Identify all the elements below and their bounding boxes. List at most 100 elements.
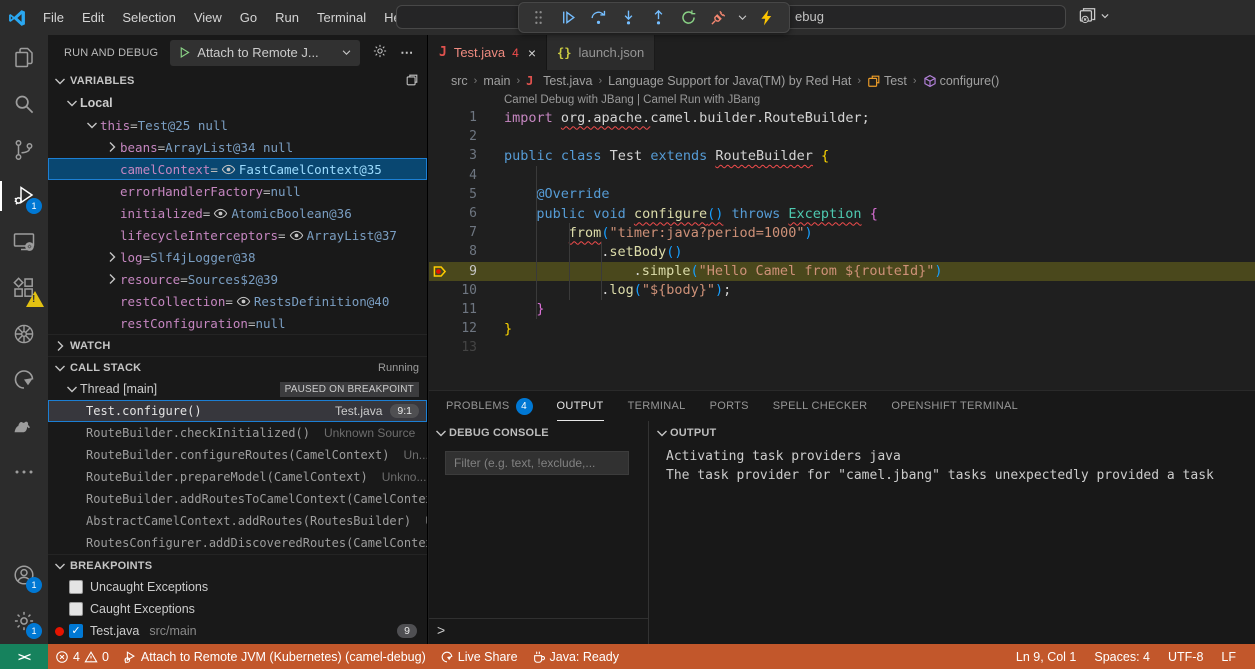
stack-frame-row[interactable]: RoutesConfigurer.addDiscoveredRoutes(Cam… [48, 532, 427, 554]
menu-edit[interactable]: Edit [73, 6, 113, 30]
codelens-links[interactable]: Camel Debug with JBang | Camel Run with … [429, 92, 1255, 108]
lazy-eye-icon[interactable] [236, 294, 251, 309]
share-icon[interactable] [0, 357, 48, 403]
step-out-icon[interactable] [645, 5, 671, 30]
breadcrumb-item[interactable]: Test [867, 74, 907, 88]
disconnect-icon[interactable] [705, 5, 731, 30]
menu-selection[interactable]: Selection [113, 6, 184, 30]
explorer-icon[interactable] [0, 35, 48, 81]
extensions-icon[interactable] [0, 265, 48, 311]
breadcrumb-item[interactable]: configure() [923, 74, 1000, 88]
menu-file[interactable]: File [34, 6, 73, 30]
breadcrumb-item[interactable]: Language Support for Java(TM) by Red Hat [608, 74, 851, 88]
stack-frame-row[interactable]: Test.configure()Test.java9:1 [48, 400, 427, 422]
stack-frame-row[interactable]: RouteBuilder.addRoutesToCamelContext(Cam… [48, 488, 427, 510]
code-editor[interactable]: Camel Debug with JBang | Camel Run with … [429, 92, 1255, 390]
variable-row[interactable]: Local [48, 92, 427, 114]
command-center-text: ebug [795, 6, 824, 28]
thread-row[interactable]: Thread [main] PAUSED ON BREAKPOINT [48, 378, 427, 400]
breadcrumb-item[interactable]: main [483, 74, 510, 88]
variable-row[interactable]: errorHandlerFactory = null [48, 180, 427, 202]
variable-row[interactable]: lifecycleInterceptors = ArrayList@37 [48, 224, 427, 246]
stack-frame-row[interactable]: RouteBuilder.checkInitialized()Unknown S… [48, 422, 427, 444]
line-number: 13 [451, 340, 477, 355]
chevron-down-icon[interactable] [735, 5, 749, 30]
problems-status[interactable]: 4 0 [48, 644, 116, 669]
debug-settings-gear-icon[interactable] [372, 43, 388, 62]
menu-terminal[interactable]: Terminal [308, 6, 375, 30]
tab-test-java[interactable]: JTest.java4× [429, 35, 547, 70]
more-actions-icon[interactable]: ⋯ [400, 45, 414, 61]
panel-tab-problems[interactable]: PROBLEMS4 [446, 391, 533, 421]
stack-frame-row[interactable]: RouteBuilder.configureRoutes(CamelContex… [48, 444, 427, 466]
continue-icon[interactable] [555, 5, 581, 30]
breakpoint-checkbox[interactable] [69, 602, 83, 616]
search-icon[interactable] [0, 81, 48, 127]
panel-tab-spell-checker[interactable]: SPELL CHECKER [773, 391, 868, 421]
menu-run[interactable]: Run [266, 6, 308, 30]
restart-icon[interactable] [675, 5, 701, 30]
remote-indicator[interactable]: >< [0, 644, 48, 669]
debug-console-filter-input[interactable] [445, 451, 629, 475]
cursor-position-status[interactable]: Ln 9, Col 1 [1011, 644, 1081, 669]
variable-row[interactable]: initialized = AtomicBoolean@36 [48, 202, 427, 224]
variable-row[interactable]: resource = Sources$2@39 [48, 268, 427, 290]
variable-row[interactable]: restCollection = RestsDefinition@40 [48, 290, 427, 312]
debug-session-status[interactable]: Attach to Remote JVM (Kubernetes) (camel… [116, 644, 433, 669]
lazy-eye-icon[interactable] [221, 162, 236, 177]
lazy-eye-icon[interactable] [289, 228, 304, 243]
debug-console-repl[interactable]: > [429, 618, 648, 640]
kubernetes-icon[interactable] [0, 311, 48, 357]
stack-frame-row[interactable]: AbstractCamelContext.addRoutes(RoutesBui… [48, 510, 427, 532]
encoding-status[interactable]: UTF-8 [1163, 644, 1208, 669]
breakpoint-row[interactable]: Uncaught Exceptions [48, 576, 427, 598]
eol-status[interactable]: LF [1216, 644, 1241, 669]
tab-launch-json[interactable]: {}launch.json [547, 35, 655, 70]
breakpoint-row[interactable]: ✓Test.javasrc/main9 [48, 620, 427, 642]
settings-icon[interactable]: 1 [0, 598, 48, 644]
breadcrumb-item[interactable]: JTest.java [526, 74, 592, 88]
variables-section-header[interactable]: VARIABLES [48, 70, 427, 92]
run-and-debug-icon[interactable]: 1 [0, 173, 48, 219]
breadcrumb[interactable]: src›main›JTest.java›Language Support for… [429, 70, 1255, 92]
layout-control[interactable] [1078, 6, 1110, 25]
call-stack-section-header[interactable]: CALL STACK Running [48, 356, 427, 378]
lightning-icon[interactable] [753, 5, 779, 30]
variable-row[interactable]: camelContext = FastCamelContext@35 [48, 158, 427, 180]
live-share-status[interactable]: Live Share [433, 644, 525, 669]
java-status[interactable]: Java: Ready [525, 644, 626, 669]
lazy-eye-icon[interactable] [213, 206, 228, 221]
panel-tab-output[interactable]: OUTPUT [557, 391, 604, 421]
breakpoint-row[interactable]: Caught Exceptions [48, 598, 427, 620]
accounts-icon[interactable]: 1 [0, 552, 48, 598]
panel-tab-openshift-terminal[interactable]: OPENSHIFT TERMINAL [891, 391, 1018, 421]
paused-breakpoint-icon[interactable] [429, 262, 451, 281]
step-into-icon[interactable] [615, 5, 641, 30]
remote-explorer-icon[interactable] [0, 219, 48, 265]
menu-view[interactable]: View [185, 6, 231, 30]
watch-section-header[interactable]: WATCH [48, 334, 427, 356]
launch-config-dropdown[interactable]: Attach to Remote J... [170, 40, 360, 66]
output-log[interactable]: Activating task providers javaThe task p… [650, 445, 1255, 485]
breadcrumb-item[interactable]: src [451, 74, 468, 88]
more-icon[interactable] [0, 449, 48, 495]
step-over-icon[interactable] [585, 5, 611, 30]
variable-row[interactable]: log = Slf4jLogger@38 [48, 246, 427, 268]
variable-row[interactable]: this = Test@25 null [48, 114, 427, 136]
close-icon[interactable]: × [528, 45, 536, 61]
indentation-status[interactable]: Spaces: 4 [1089, 644, 1155, 669]
panel-tab-terminal[interactable]: TERMINAL [628, 391, 686, 421]
source-control-icon[interactable] [0, 127, 48, 173]
debug-console-header[interactable]: DEBUG CONSOLE [429, 421, 648, 445]
camel-icon[interactable] [0, 403, 48, 449]
copy-value-icon[interactable] [405, 73, 419, 90]
stack-frame-row[interactable]: RouteBuilder.prepareModel(CamelContext)U… [48, 466, 427, 488]
panel-tab-ports[interactable]: PORTS [710, 391, 749, 421]
breakpoints-section-header[interactable]: BREAKPOINTS [48, 554, 427, 576]
breakpoint-checkbox[interactable] [69, 580, 83, 594]
variable-row[interactable]: restConfiguration = null [48, 312, 427, 334]
menu-go[interactable]: Go [231, 6, 266, 30]
breakpoint-checkbox[interactable]: ✓ [69, 624, 83, 638]
output-header[interactable]: OUTPUT [650, 421, 1255, 445]
variable-row[interactable]: beans = ArrayList@34 null [48, 136, 427, 158]
